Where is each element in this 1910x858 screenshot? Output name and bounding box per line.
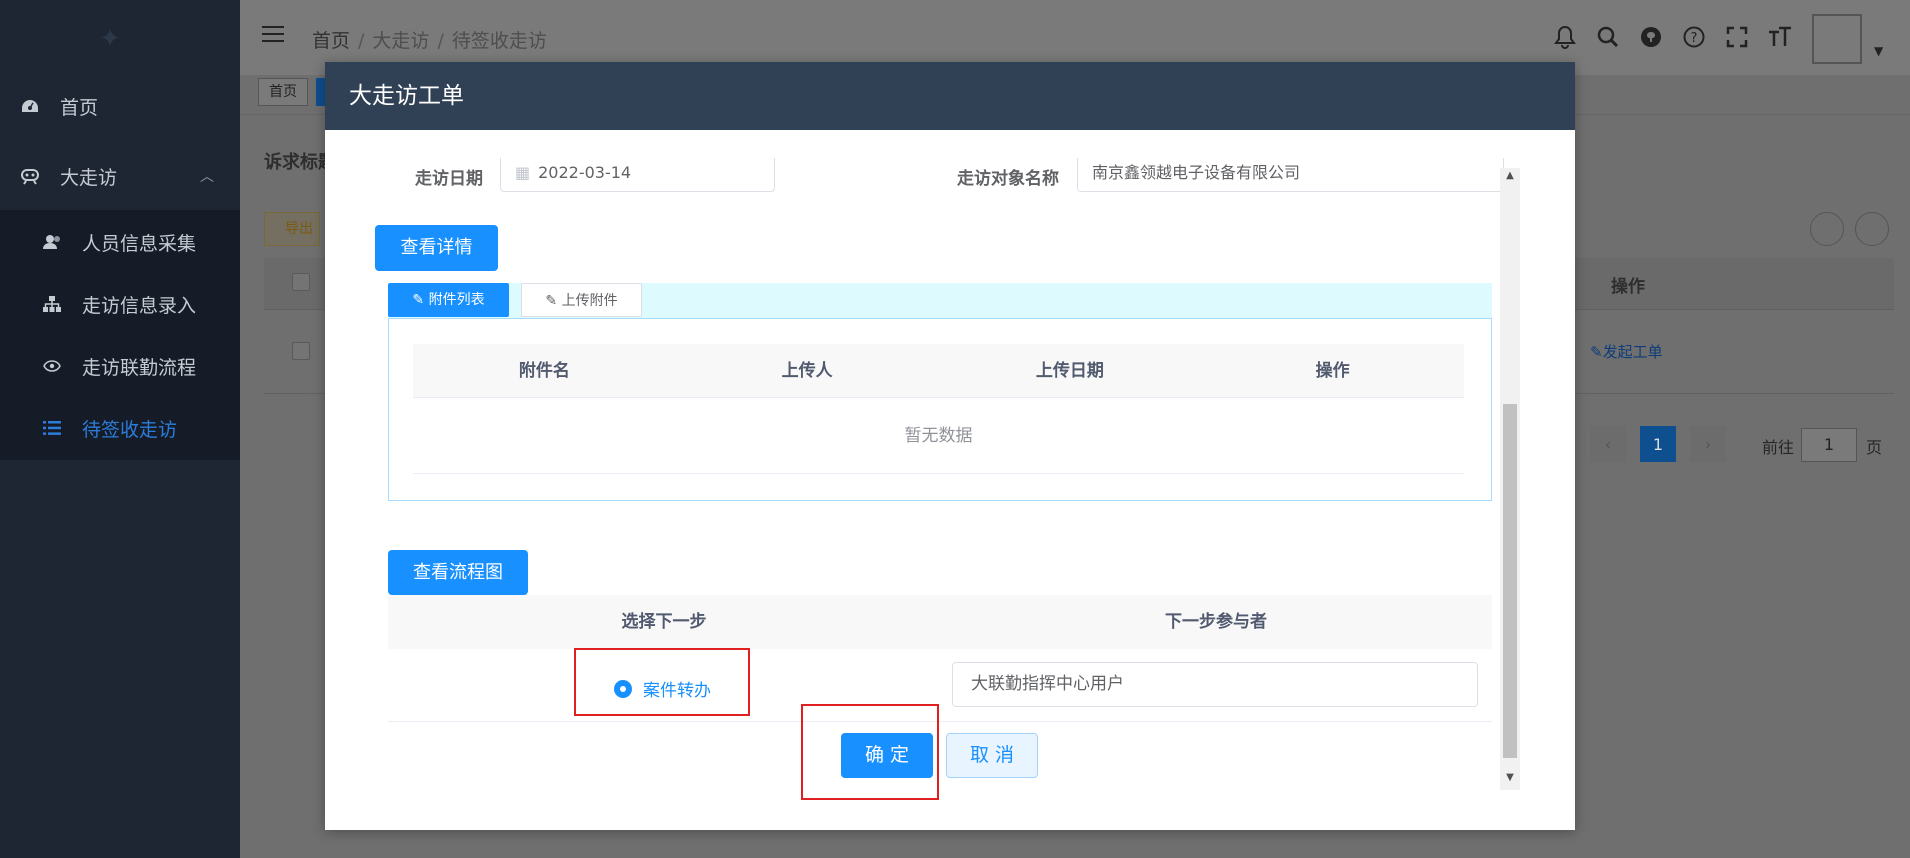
sidebar-item-visit[interactable]: 大走访 ︿ [0, 156, 240, 196]
sidebar: ✦ 首页 大走访 ︿ 人员信息采集 走访信息录入 走访联勤流程 待签收走访 [0, 0, 240, 858]
target-name-field[interactable]: 南京鑫领越电子设备有限公司 [1077, 158, 1504, 192]
tree-icon [40, 292, 64, 316]
breadcrumb-item[interactable]: 首页 [312, 30, 350, 52]
page-number[interactable]: 1 [1640, 426, 1676, 462]
dashboard-icon [18, 94, 42, 118]
github-icon[interactable] [1636, 22, 1666, 52]
search-toggle-icon[interactable] [1810, 212, 1844, 246]
tab-label: 上传附件 [561, 293, 618, 309]
svg-text:?: ? [1691, 31, 1698, 46]
column-header: 附件名 [518, 361, 570, 381]
scroll-down-icon[interactable]: ▼ [1503, 772, 1517, 788]
participant-input[interactable]: 大联勤指挥中心用户 [952, 662, 1478, 707]
row-checkbox[interactable] [292, 342, 310, 360]
view-details-button[interactable]: 查看详情 [375, 225, 498, 271]
breadcrumb-item[interactable]: 大走访 [372, 30, 429, 52]
target-name-value: 南京鑫领越电子设备有限公司 [1092, 163, 1301, 182]
hamburger-icon[interactable] [262, 26, 284, 44]
visit-date-field[interactable]: ▦ 2022-03-14 [500, 158, 775, 192]
sidebar-item-label: 待签收走访 [82, 418, 178, 441]
column-header: 上传人 [781, 361, 833, 381]
avatar[interactable] [1812, 14, 1862, 64]
scrollbar[interactable]: ▲ ▼ [1500, 168, 1520, 790]
workorder-dialog: 大走访工单 走访日期 ▦ 2022-03-14 走访对象名称 南京鑫领越电子设备有… [325, 62, 1575, 830]
eye-icon [40, 354, 64, 378]
pagination: ‹ [1590, 426, 1626, 462]
tab-attachment-list[interactable]: ✎ 附件列表 [388, 283, 509, 317]
column-header: 上传日期 [1035, 361, 1104, 381]
toolbar-icons: ? [1550, 22, 1795, 52]
users-icon [40, 230, 64, 254]
logo-icon: ✦ [99, 24, 121, 54]
next-page-button[interactable]: › [1690, 426, 1726, 462]
export-button[interactable]: 导出 [264, 212, 320, 246]
breadcrumb: 首页 / 大走访 / 待签收走访 [312, 30, 547, 52]
sidebar-item-label: 大走访 [60, 166, 118, 189]
scroll-thumb[interactable] [1503, 404, 1517, 758]
breadcrumb-item: 待签收走访 [451, 30, 547, 52]
column-header: 操作 [1315, 361, 1350, 381]
sidebar-item-label: 首页 [60, 96, 99, 119]
calendar-icon: ▦ [515, 163, 531, 182]
sidebar-item-label: 人员信息采集 [82, 232, 197, 255]
tab-upload-attachment[interactable]: ✎ 上传附件 [521, 283, 642, 317]
sidebar-item-joint-process[interactable]: 走访联勤流程 [0, 346, 240, 386]
visit-date-label: 走访日期 [415, 169, 483, 189]
visit-date-value: 2022-03-14 [538, 163, 632, 182]
highlight-box [801, 704, 939, 800]
view-flowchart-button[interactable]: 查看流程图 [388, 550, 528, 595]
start-workorder-label: 发起工单 [1602, 343, 1663, 361]
column-header: 选择下一步 [621, 612, 707, 632]
next-step-table-header: 选择下一步 下一步参与者 [388, 595, 1492, 649]
pagination-next: › [1690, 426, 1726, 462]
page-suffix: 页 [1866, 438, 1883, 457]
edit-icon: ✎ [412, 292, 429, 308]
help-icon[interactable]: ? [1679, 22, 1709, 52]
scroll-up-icon[interactable]: ▲ [1503, 170, 1517, 186]
empty-text: 暂无数据 [413, 398, 1464, 474]
column-header: 下一步参与者 [1165, 612, 1267, 632]
highlight-box [574, 648, 750, 716]
visit-icon [18, 164, 42, 188]
target-name-label: 走访对象名称 [957, 169, 1059, 189]
prev-page-button[interactable]: ‹ [1590, 426, 1626, 462]
list-icon [40, 416, 64, 440]
goto-label: 前往 [1762, 438, 1795, 457]
sidebar-item-label: 走访联勤流程 [82, 356, 197, 379]
caret-down-icon[interactable]: ▼ [1874, 44, 1883, 58]
search-icon[interactable] [1593, 22, 1623, 52]
fullscreen-icon[interactable] [1722, 22, 1752, 52]
tab-label: 附件列表 [428, 292, 485, 308]
dialog-title: 大走访工单 [325, 62, 1575, 130]
tag-home[interactable]: 首页 [258, 78, 308, 106]
refresh-icon[interactable] [1855, 212, 1889, 246]
sidebar-item-personnel[interactable]: 人员信息采集 [0, 222, 240, 262]
sidebar-item-pending-visits[interactable]: 待签收走访 [0, 408, 240, 448]
sidebar-item-label: 走访信息录入 [82, 294, 197, 317]
sidebar-item-visit-entry[interactable]: 走访信息录入 [0, 284, 240, 324]
chevron-up-icon: ︿ [200, 169, 214, 185]
cancel-button[interactable]: 取 消 [946, 733, 1038, 778]
font-size-icon[interactable] [1765, 22, 1795, 52]
edit-icon: ✎ [545, 293, 562, 309]
bell-icon[interactable] [1550, 22, 1580, 52]
sidebar-item-home[interactable]: 首页 [0, 86, 240, 126]
column-operation: 操作 [1611, 277, 1645, 297]
export-button-label: 导出 [285, 221, 313, 237]
select-all-checkbox[interactable] [292, 273, 310, 291]
start-workorder-link[interactable]: ✎发起工单 [1590, 341, 1663, 362]
goto-page-input[interactable]: 1 [1801, 428, 1857, 462]
attachment-table-header: 附件名 上传人 上传日期 操作 [413, 344, 1464, 398]
